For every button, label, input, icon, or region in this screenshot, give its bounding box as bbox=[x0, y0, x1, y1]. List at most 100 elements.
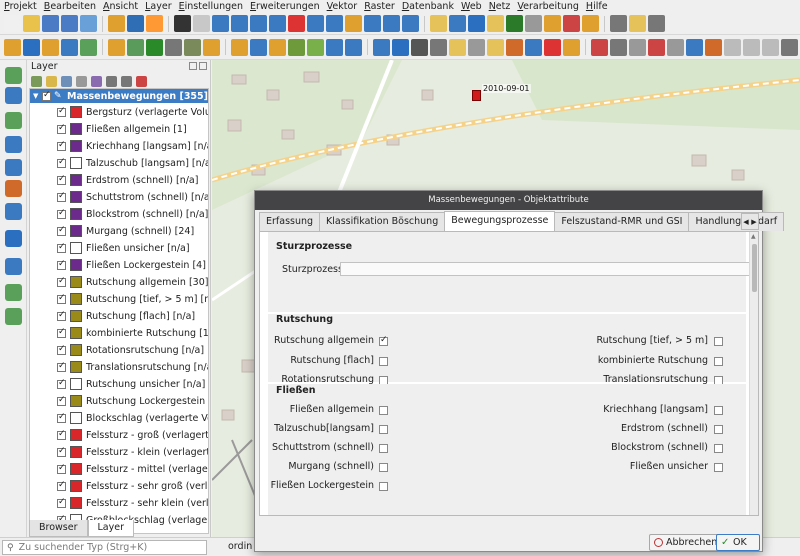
expand-all-icon[interactable] bbox=[106, 75, 117, 87]
digitize-tool-icon-18[interactable] bbox=[326, 38, 343, 56]
digitize-tool-icon-1[interactable] bbox=[23, 38, 40, 56]
layer-row[interactable]: Felssturz - sehr klein (verlag bbox=[57, 495, 208, 511]
menu-item-7[interactable]: Raster bbox=[360, 0, 398, 13]
tab-handlungsbedarf[interactable]: Handlungsbedarf bbox=[688, 212, 785, 231]
digitize-tool-icon-16[interactable] bbox=[288, 38, 305, 56]
main-tool-icon-35[interactable] bbox=[629, 15, 646, 32]
layer-row[interactable]: Rutschung [flach] [n/a] bbox=[57, 308, 208, 324]
layer-row[interactable]: Rotationsrutschung [n/a] bbox=[57, 342, 208, 358]
digitize-tool-icon-41[interactable] bbox=[743, 38, 760, 56]
layer-row[interactable]: Blockstrom (schnell) [n/a] bbox=[57, 206, 208, 222]
layer-visibility-checkbox[interactable] bbox=[57, 463, 66, 474]
tab-erfassung[interactable]: Erfassung bbox=[259, 212, 321, 231]
digitize-tool-icon-9[interactable] bbox=[165, 38, 182, 56]
layer-visibility-checkbox[interactable] bbox=[57, 191, 66, 202]
main-tool-icon-16[interactable] bbox=[288, 15, 305, 32]
layer-row[interactable]: Rutschung Lockergestein [2 bbox=[57, 393, 208, 409]
main-tool-icon-22[interactable] bbox=[402, 15, 419, 32]
add-layer-tool-icon-2[interactable] bbox=[5, 112, 22, 129]
field-checkbox[interactable] bbox=[379, 356, 388, 366]
main-tool-icon-1[interactable] bbox=[23, 15, 40, 32]
main-tool-icon-2[interactable] bbox=[42, 15, 59, 32]
filter-legend-icon[interactable] bbox=[76, 75, 87, 87]
digitize-tool-icon-22[interactable] bbox=[392, 38, 409, 56]
layer-visibility-checkbox[interactable] bbox=[57, 310, 66, 321]
main-tool-icon-34[interactable] bbox=[610, 15, 627, 32]
digitize-tool-icon-31[interactable] bbox=[563, 38, 580, 56]
layer-visibility-checkbox[interactable] bbox=[57, 497, 66, 508]
menu-item-2[interactable]: Ansicht bbox=[99, 0, 141, 13]
main-tool-icon-21[interactable] bbox=[383, 15, 400, 32]
add-layer-tool-icon-5[interactable] bbox=[5, 180, 22, 197]
field-checkbox[interactable] bbox=[379, 482, 388, 491]
digitize-tool-icon-35[interactable] bbox=[629, 38, 646, 56]
main-tool-icon-6[interactable] bbox=[108, 15, 125, 32]
menu-item-0[interactable]: Projekt bbox=[0, 0, 40, 13]
main-tool-icon-0[interactable] bbox=[4, 15, 21, 32]
field-checkbox[interactable] bbox=[714, 406, 723, 415]
digitize-tool-icon-21[interactable] bbox=[373, 38, 390, 56]
layer-row[interactable]: Rutschung unsicher [n/a] bbox=[57, 376, 208, 392]
menu-item-6[interactable]: Vektor bbox=[323, 0, 361, 13]
scroll-thumb[interactable] bbox=[752, 244, 757, 292]
digitize-tool-icon-38[interactable] bbox=[686, 38, 703, 56]
digitize-tool-icon-11[interactable] bbox=[203, 38, 220, 56]
layer-visibility-checkbox[interactable] bbox=[57, 174, 66, 185]
scroll-up-icon[interactable]: ▲ bbox=[751, 233, 756, 240]
add-layer-tool-icon-6[interactable] bbox=[5, 203, 22, 220]
field-checkbox[interactable] bbox=[714, 444, 723, 453]
main-tool-icon-7[interactable] bbox=[127, 15, 144, 32]
main-tool-icon-20[interactable] bbox=[364, 15, 381, 32]
field-checkbox[interactable] bbox=[714, 337, 723, 346]
add-layer-tool-icon-10[interactable] bbox=[5, 308, 22, 325]
field-checkbox[interactable] bbox=[379, 406, 388, 415]
digitize-tool-icon-37[interactable] bbox=[667, 38, 684, 56]
digitize-tool-icon-23[interactable] bbox=[411, 38, 428, 56]
menu-item-11[interactable]: Verarbeitung bbox=[513, 0, 582, 13]
main-tool-icon-13[interactable] bbox=[231, 15, 248, 32]
layer-visibility-checkbox[interactable] bbox=[57, 412, 66, 423]
layer-row[interactable]: Fließen allgemein [1] bbox=[57, 121, 208, 137]
layer-row[interactable]: Fließen Lockergestein [4] bbox=[57, 257, 208, 273]
layer-group-row[interactable]: ▼ ✎ Massenbewegungen [355] bbox=[30, 89, 208, 103]
digitize-tool-icon-29[interactable] bbox=[525, 38, 542, 56]
layer-row[interactable]: Schuttstrom (schnell) [n/a] bbox=[57, 189, 208, 205]
layer-visibility-checkbox[interactable] bbox=[57, 123, 66, 134]
layer-row[interactable]: Rutschung [tief, > 5 m] [n/a] bbox=[57, 291, 208, 307]
add-layer-tool-icon-3[interactable] bbox=[5, 136, 22, 153]
ok-button[interactable]: ✓ OK bbox=[716, 534, 760, 551]
form-scrollbar[interactable]: ▲ bbox=[749, 232, 758, 515]
main-tool-icon-10[interactable] bbox=[174, 15, 191, 32]
layer-visibility-checkbox[interactable] bbox=[57, 344, 66, 355]
digitize-tool-icon-42[interactable] bbox=[762, 38, 779, 56]
layer-visibility-checkbox[interactable] bbox=[57, 259, 66, 270]
layer-visibility-checkbox[interactable] bbox=[57, 140, 66, 151]
menu-item-9[interactable]: Web bbox=[457, 0, 485, 13]
layer-visibility-checkbox[interactable] bbox=[57, 327, 66, 338]
layer-visibility-checkbox[interactable] bbox=[57, 293, 66, 304]
main-tool-icon-32[interactable] bbox=[582, 15, 599, 32]
cancel-button[interactable]: Abbrechen bbox=[649, 534, 723, 551]
locator-search-field[interactable]: ⚲ Zu suchender Typ (Strg+K) bbox=[2, 540, 207, 555]
tab-klassifikation[interactable]: Klassifikation Böschung bbox=[319, 212, 446, 231]
add-layer-tool-icon-0[interactable] bbox=[5, 67, 22, 84]
add-layer-tool-icon-1[interactable] bbox=[5, 87, 22, 104]
group-checkbox[interactable] bbox=[42, 90, 51, 101]
digitize-tool-icon-13[interactable] bbox=[231, 38, 248, 56]
digitize-tool-icon-34[interactable] bbox=[610, 38, 627, 56]
digitize-tool-icon-3[interactable] bbox=[61, 38, 78, 56]
digitize-tool-icon-19[interactable] bbox=[345, 38, 362, 56]
digitize-tool-icon-39[interactable] bbox=[705, 38, 722, 56]
digitize-tool-icon-7[interactable] bbox=[127, 38, 144, 56]
digitize-tool-icon-36[interactable] bbox=[648, 38, 665, 56]
digitize-tool-icon-14[interactable] bbox=[250, 38, 267, 56]
digitize-tool-icon-0[interactable] bbox=[4, 38, 21, 56]
digitize-tool-icon-8[interactable] bbox=[146, 38, 163, 56]
add-layer-tool-icon-8[interactable] bbox=[5, 258, 22, 275]
main-tool-icon-19[interactable] bbox=[345, 15, 362, 32]
field-checkbox[interactable] bbox=[714, 425, 723, 434]
main-tool-icon-30[interactable] bbox=[544, 15, 561, 32]
digitize-tool-icon-10[interactable] bbox=[184, 38, 201, 56]
layer-row[interactable]: kombinierte Rutschung [1] bbox=[57, 325, 208, 341]
layer-visibility-checkbox[interactable] bbox=[57, 429, 66, 440]
